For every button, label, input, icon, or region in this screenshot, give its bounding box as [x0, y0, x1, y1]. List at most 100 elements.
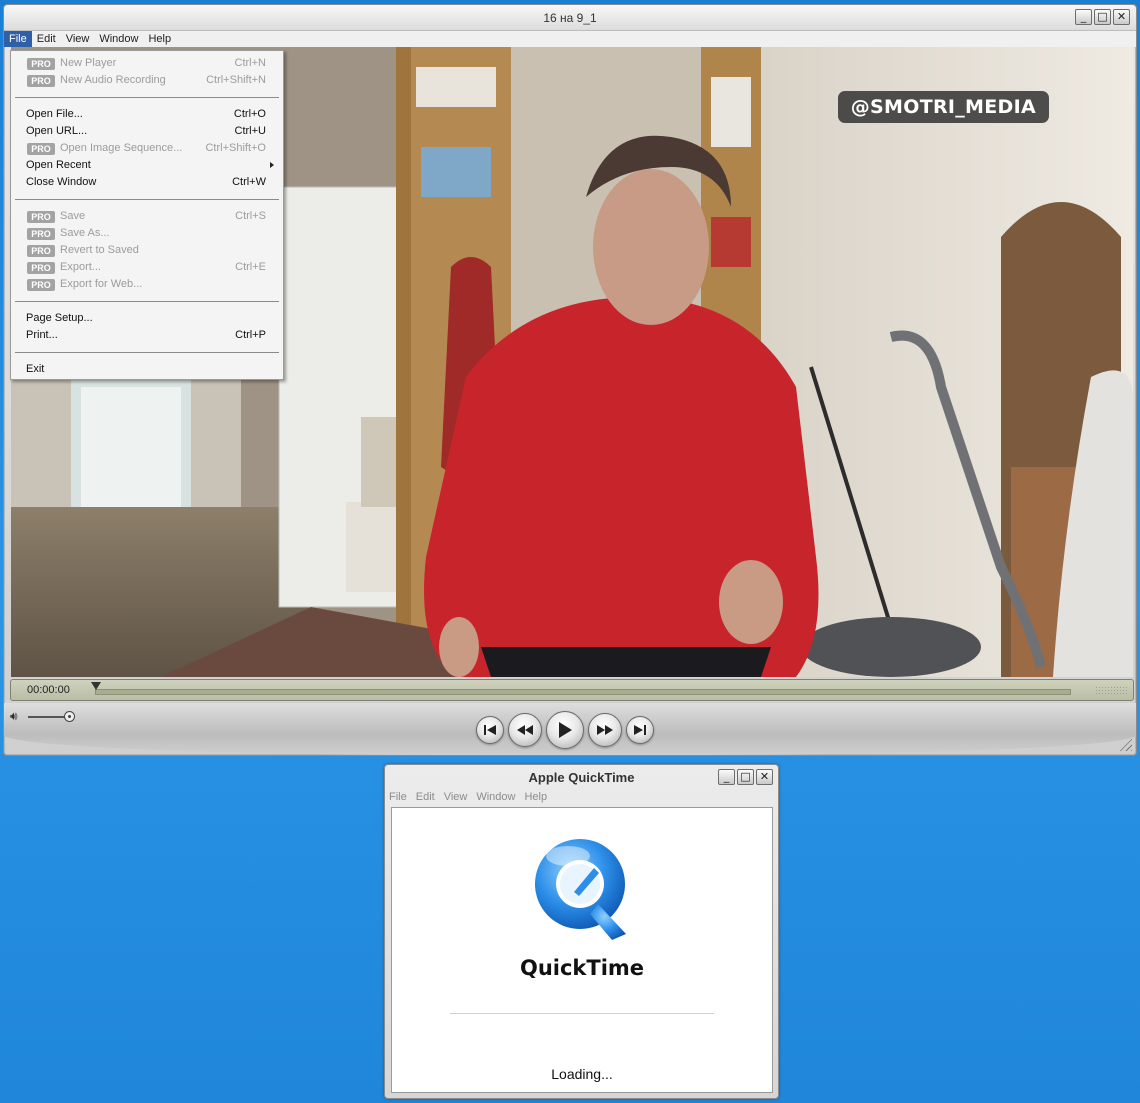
- loader-menubar: File Edit View Window Help: [389, 791, 772, 805]
- maximize-button[interactable]: □: [1094, 9, 1111, 25]
- pro-badge: PRO: [27, 245, 55, 257]
- resize-grip[interactable]: [1118, 737, 1132, 751]
- menu-item-label: Open URL...: [26, 125, 88, 137]
- menu-item-label: Save As...: [60, 227, 110, 239]
- menu-item-shortcut: Ctrl+W: [232, 176, 266, 188]
- pro-badge: PRO: [27, 58, 55, 70]
- menu-item-label: Print...: [26, 329, 58, 341]
- fast-forward-button[interactable]: [588, 713, 622, 747]
- menu-edit[interactable]: Edit: [416, 791, 440, 805]
- pro-badge: PRO: [27, 279, 55, 291]
- transport-controls: [476, 709, 654, 751]
- divider: [450, 1013, 714, 1014]
- player-titlebar[interactable]: 16 на 9_1 _ □ ✕: [4, 5, 1136, 31]
- menu-file[interactable]: File: [389, 791, 412, 805]
- menu-item-shortcut: Ctrl+E: [235, 261, 266, 273]
- go-to-start-button[interactable]: [476, 716, 504, 744]
- pro-badge: PRO: [27, 228, 55, 240]
- fast-forward-icon: [597, 725, 613, 735]
- minimize-button[interactable]: _: [1075, 9, 1092, 25]
- menu-item-save[interactable]: PRO Save Ctrl+S: [11, 208, 283, 225]
- menu-window[interactable]: Window: [476, 791, 520, 805]
- menu-item-close-window[interactable]: Close Window Ctrl+W: [11, 174, 283, 191]
- menu-item-open-file[interactable]: Open File... Ctrl+O: [11, 106, 283, 123]
- menu-item-shortcut: Ctrl+Shift+O: [205, 142, 266, 154]
- menu-item-shortcut: Ctrl+O: [233, 108, 266, 120]
- maximize-button[interactable]: □: [737, 769, 754, 785]
- pro-badge: PRO: [27, 143, 55, 155]
- menu-edit[interactable]: Edit: [32, 31, 61, 47]
- minimize-button[interactable]: _: [718, 769, 735, 785]
- pro-badge: PRO: [27, 262, 55, 274]
- volume-control: 🔊︎: [10, 709, 80, 723]
- menu-separator: [15, 352, 279, 353]
- menu-item-label: New Audio Recording: [60, 74, 166, 86]
- menu-item-page-setup[interactable]: Page Setup...: [11, 310, 283, 327]
- controls-bar: 🔊︎: [4, 703, 1136, 755]
- skip-back-icon: [484, 725, 496, 735]
- menu-item-shortcut: Ctrl+N: [234, 57, 266, 69]
- menu-item-shortcut: Ctrl+P: [235, 329, 266, 341]
- playhead-handle[interactable]: [91, 682, 101, 690]
- menu-item-label: Open Image Sequence...: [60, 142, 183, 154]
- timeline-bar: 00:00:00: [10, 679, 1134, 701]
- menu-view[interactable]: View: [444, 791, 473, 805]
- quicktime-loader-window: Apple QuickTime _ □ ✕ File Edit View Win…: [384, 764, 779, 1099]
- go-to-end-button[interactable]: [626, 716, 654, 744]
- menu-item-open-url[interactable]: Open URL... Ctrl+U: [11, 123, 283, 140]
- loading-status: Loading...: [551, 1066, 613, 1082]
- menu-item-label: Export for Web...: [60, 278, 143, 290]
- menu-help[interactable]: Help: [143, 31, 176, 47]
- menu-item-open-image-sequence[interactable]: PRO Open Image Sequence... Ctrl+Shift+O: [11, 140, 283, 157]
- menu-item-new-player[interactable]: PRO New Player Ctrl+N: [11, 55, 283, 72]
- menu-item-open-recent[interactable]: Open Recent: [11, 157, 283, 174]
- menu-item-label: Export...: [60, 261, 101, 273]
- quicktime-logo-icon: [535, 839, 626, 940]
- watermark-label: @SMOTRI_MEDIA: [837, 91, 1049, 123]
- menu-item-export-for-web[interactable]: PRO Export for Web...: [11, 276, 283, 293]
- menu-separator: [15, 199, 279, 200]
- menu-item-save-as[interactable]: PRO Save As...: [11, 225, 283, 242]
- speaker-icon[interactable]: 🔊︎: [10, 709, 18, 724]
- loader-titlebar[interactable]: Apple QuickTime _ □ ✕: [385, 765, 778, 789]
- play-button[interactable]: [546, 711, 584, 749]
- file-menu: PRO New Player Ctrl+N PRO New Audio Reco…: [10, 50, 284, 380]
- menu-item-label: Close Window: [26, 176, 97, 188]
- pro-badge: PRO: [27, 211, 55, 223]
- rewind-button[interactable]: [508, 713, 542, 747]
- menu-item-label: New Player: [60, 57, 117, 69]
- close-button[interactable]: ✕: [1113, 9, 1130, 25]
- menu-item-revert-to-saved[interactable]: PRO Revert to Saved: [11, 242, 283, 259]
- player-menubar: File Edit View Window Help: [4, 31, 1136, 47]
- menu-window[interactable]: Window: [94, 31, 143, 47]
- menu-item-print[interactable]: Print... Ctrl+P: [11, 327, 283, 344]
- menu-item-label: Open Recent: [26, 159, 91, 171]
- menu-item-label: Save: [60, 210, 86, 222]
- volume-slider-knob[interactable]: [64, 711, 75, 722]
- menu-item-export[interactable]: PRO Export... Ctrl+E: [11, 259, 283, 276]
- menu-item-label: Page Setup...: [26, 312, 93, 324]
- player-title: 16 на 9_1: [543, 11, 597, 25]
- player-window: 16 на 9_1 _ □ ✕ File Edit View Window He…: [3, 4, 1137, 756]
- menu-item-shortcut: Ctrl+Shift+N: [206, 74, 266, 86]
- submenu-arrow-icon: [270, 162, 274, 168]
- menu-separator: [15, 301, 279, 302]
- menu-help[interactable]: Help: [524, 791, 552, 805]
- menu-item-label: Open File...: [26, 108, 83, 120]
- time-readout: 00:00:00: [27, 684, 70, 696]
- timeline-grip: [1095, 686, 1127, 696]
- product-name: QuickTime: [519, 956, 645, 980]
- skip-forward-icon: [634, 725, 646, 735]
- close-button[interactable]: ✕: [756, 769, 773, 785]
- menu-item-shortcut: Ctrl+S: [235, 210, 266, 222]
- menu-file[interactable]: File: [4, 31, 32, 47]
- menu-item-label: Revert to Saved: [60, 244, 139, 256]
- menu-item-new-audio-recording[interactable]: PRO New Audio Recording Ctrl+Shift+N: [11, 72, 283, 89]
- menu-view[interactable]: View: [61, 31, 95, 47]
- scrubber-track[interactable]: [95, 689, 1071, 695]
- menu-item-exit[interactable]: Exit: [11, 361, 283, 378]
- menu-separator: [15, 97, 279, 98]
- menu-item-label: Exit: [26, 363, 45, 375]
- rewind-icon: [517, 725, 533, 735]
- pro-badge: PRO: [27, 75, 55, 87]
